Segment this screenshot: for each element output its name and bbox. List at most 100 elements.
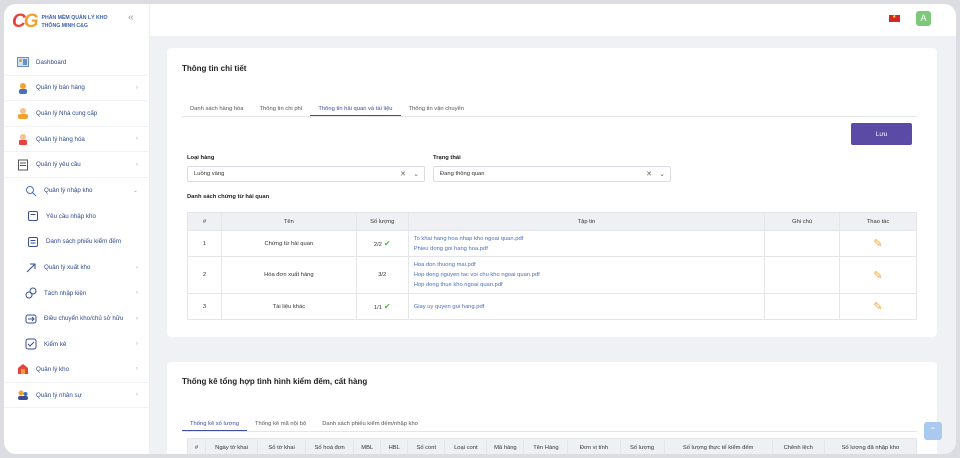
column-header: Tên Hàng	[523, 438, 569, 454]
sidebar-item-split[interactable]: Tách nhập kiện ›	[4, 280, 150, 306]
column-header: Thao tác	[839, 212, 917, 231]
table-header-row: # Ngày tờ khai Số tờ khai Số hoá đơn MBL…	[186, 438, 918, 454]
row-number: 1	[187, 230, 222, 257]
chevron-right-icon: ›	[136, 136, 138, 143]
chevron-down-icon[interactable]: ⌄	[413, 170, 419, 178]
tab-divider	[182, 431, 917, 432]
sidebar-item-label: Quản lý nhân sự	[36, 391, 82, 399]
sidebar-item-warehouse[interactable]: Quản lý kho ›	[4, 357, 150, 383]
collapse-sidebar-icon[interactable]: «	[128, 12, 134, 23]
app-frame: CG PHẦN MỀM QUẢN LÝ KHO THÔNG MINH C&G «…	[4, 4, 956, 454]
sidebar-item-label: Quản lý kho	[36, 365, 70, 373]
check-icon: ✔	[383, 239, 391, 248]
file-link[interactable]: Hop dong thue kho ngoai quan.pdf	[414, 280, 764, 290]
sidebar-item-label: Tách nhập kiện	[44, 289, 87, 297]
chevron-right-icon: ›	[136, 341, 138, 348]
logo-text-line-2: THÔNG MINH C&G	[41, 23, 88, 29]
tab-shipping[interactable]: Thông tin vận chuyển	[401, 102, 472, 116]
doc-name: Tài liệu khác	[220, 293, 357, 320]
table-row: 2 Hóa đơn xuất hàng 3/2 Hoa don thuong m…	[187, 256, 917, 294]
doc-qty: 2/2 ✔	[355, 230, 409, 257]
column-header: #	[186, 438, 207, 454]
request-icon	[16, 158, 30, 172]
file-link[interactable]: Giay uy quyen gui hang.pdf	[414, 302, 764, 312]
sidebar-item-inventory[interactable]: Kiểm kê ›	[4, 332, 150, 358]
transfer-icon	[24, 312, 38, 326]
sidebar-item-sales[interactable]: Quản lý bán hàng ›	[4, 76, 150, 102]
column-header: Đơn vị tính	[567, 438, 621, 454]
sidebar-item-goods[interactable]: Quản lý hàng hóa ›	[4, 127, 150, 153]
qty-value: 3/2	[378, 272, 387, 278]
column-header: HBL	[380, 438, 409, 454]
sidebar-item-import-request[interactable]: Yêu cầu nhập kho	[4, 204, 150, 230]
tab-goods-list[interactable]: Danh sách hàng hóa	[182, 102, 252, 116]
top-bar: A	[150, 4, 956, 36]
import-icon	[24, 184, 38, 198]
actions-cell: ✎	[839, 230, 917, 257]
sidebar-item-supplier[interactable]: Quản lý Nhà cung cấp	[4, 101, 150, 127]
sidebar-menu: Dashboard Quản lý bán hàng › Quản lý Nhà…	[4, 50, 150, 409]
edit-icon[interactable]: ✎	[873, 270, 882, 282]
column-header: Số lượng	[355, 212, 409, 231]
tab-customs-docs[interactable]: Thông tin hải quan và tài liệu	[310, 102, 401, 116]
column-header: Số cont	[407, 438, 446, 454]
clear-icon[interactable]: ✕	[400, 170, 406, 178]
sidebar-item-transfer[interactable]: Điều chuyển kho/chủ sở hữu ›	[4, 306, 150, 332]
tab-qty-stats[interactable]: Thống kê số lượng	[182, 417, 247, 431]
note-cell	[764, 256, 841, 294]
tab-internal-code-stats[interactable]: Thống kê mã nội bộ	[247, 417, 314, 431]
clear-icon[interactable]: ✕	[646, 170, 652, 178]
avatar[interactable]: A	[916, 11, 931, 26]
sidebar-item-staff[interactable]: Quản lý nhân sự ›	[4, 383, 150, 409]
column-header: Số lượng thực tế kiểm đếm	[663, 438, 773, 454]
sidebar-item-tally-list[interactable]: Danh sách phiếu kiểm đếm	[4, 229, 150, 255]
file-list: Giay uy quyen gui hang.pdf	[407, 293, 766, 320]
sidebar-item-request[interactable]: Quản lý yêu cầu ›	[4, 152, 150, 178]
file-link[interactable]: Phieu dong goi hang hoa.pdf	[414, 244, 764, 254]
sidebar-item-dashboard[interactable]: Dashboard	[4, 50, 150, 76]
doc-name: Chứng từ hải quan	[220, 230, 357, 257]
column-header: Ghi chú	[764, 212, 841, 231]
summary-title: Thống kê tổng hợp tình hình kiểm đếm, cấ…	[182, 377, 368, 386]
note-cell	[764, 293, 841, 320]
edit-icon[interactable]: ✎	[873, 238, 882, 250]
edit-icon[interactable]: ✎	[873, 301, 882, 313]
tab-divider	[182, 116, 917, 117]
table-header-row: # Tên Số lượng Tập tin Ghi chú Thao tác	[187, 212, 917, 231]
sidebar-item-label: Yêu cầu nhập kho	[46, 212, 96, 220]
doc-icon	[26, 209, 40, 223]
detail-card: Thông tin chi tiết Danh sách hàng hóa Th…	[167, 48, 937, 337]
sidebar-item-export[interactable]: Quản lý xuất kho ›	[4, 255, 150, 281]
tab-costs[interactable]: Thông tin chi phí	[252, 102, 311, 116]
file-link[interactable]: Hoa don thuong mai.pdf	[414, 260, 764, 270]
cargo-type-select[interactable]: Luồng vàng ✕ ⌄	[187, 166, 425, 182]
chevron-right-icon: ›	[136, 84, 138, 91]
file-link[interactable]: Hop dong nguyen tac voi chu kho ngoai qu…	[414, 270, 764, 280]
chevron-down-icon[interactable]: ⌄	[659, 170, 665, 178]
sidebar: CG PHẦN MỀM QUẢN LÝ KHO THÔNG MINH C&G «…	[4, 4, 150, 454]
row-number: 3	[187, 293, 222, 320]
cargo-type-label: Loại hàng	[187, 155, 215, 161]
scroll-to-top-button[interactable]: ⌃	[924, 422, 942, 440]
chevron-right-icon: ›	[136, 161, 138, 168]
sidebar-item-label: Quản lý hàng hóa	[36, 135, 85, 143]
column-header: Chênh lệch	[771, 438, 825, 454]
logo[interactable]: CG PHẦN MỀM QUẢN LÝ KHO THÔNG MINH C&G	[12, 11, 108, 33]
save-button[interactable]: Lưu	[851, 123, 912, 145]
table-row: 1 Chứng từ hải quan 2/2 ✔ To khai hang ho…	[187, 230, 917, 257]
doc-qty: 1/1 ✔	[355, 293, 409, 320]
inventory-icon	[24, 337, 38, 351]
table-row: 3 Tài liệu khác 1/1 ✔ Giay uy quyen gui h…	[187, 293, 917, 320]
qty-value: 1/1	[373, 305, 382, 311]
column-header: #	[187, 212, 222, 231]
sidebar-item-label: Quản lý yêu cầu	[36, 161, 81, 169]
file-list: To khai hang hoa nhap kho ngoai quan.pdf…	[407, 230, 766, 257]
column-header: Số lượng đã nhập kho	[823, 438, 918, 454]
column-header: Số lượng	[619, 438, 665, 454]
sidebar-item-import[interactable]: Quản lý nhập kho ⌄	[4, 178, 150, 204]
tab-tally-list[interactable]: Danh sách phiếu kiểm đếm/nhập kho	[314, 417, 426, 431]
status-select[interactable]: Đang thông quan ✕ ⌄	[433, 166, 671, 182]
file-link[interactable]: To khai hang hoa nhap kho ngoai quan.pdf	[414, 234, 764, 244]
vietnam-flag-icon[interactable]	[889, 14, 900, 22]
sidebar-item-label: Quản lý Nhà cung cấp	[36, 109, 98, 117]
